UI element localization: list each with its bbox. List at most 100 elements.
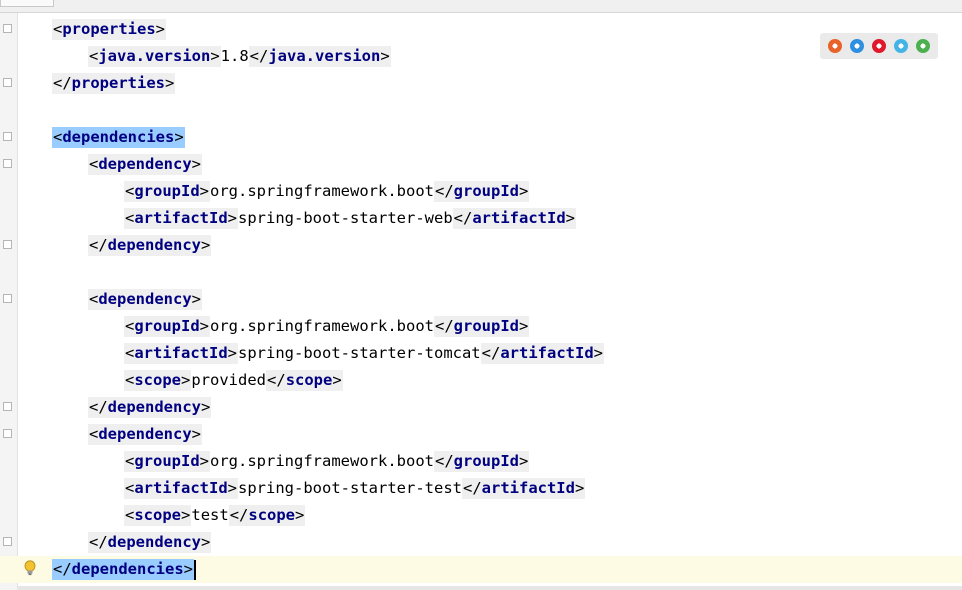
- tag-bracket-open: <: [125, 209, 135, 227]
- tag-bracket-open: <: [125, 371, 135, 389]
- code-line[interactable]: <scope>provided</scope>: [0, 367, 962, 394]
- xml-tag: <groupId>: [124, 181, 211, 202]
- xml-tag: </scope>: [228, 505, 306, 526]
- tag-value: spring-boot-starter-test: [238, 479, 462, 497]
- editor-tab-strip: [0, 0, 962, 13]
- code-editor[interactable]: <properties> <java.version>1.8</java.vers…: [0, 16, 962, 583]
- tag-bracket-close: >: [199, 452, 210, 470]
- code-line[interactable]: <scope>test</scope>: [0, 502, 962, 529]
- safari-icon[interactable]: [850, 39, 864, 53]
- tag-value: 1.8: [220, 47, 249, 65]
- xml-tag: <artifactId>: [124, 478, 239, 499]
- chrome-icon[interactable]: [916, 39, 930, 53]
- tag-value: org.springframework.boot: [210, 317, 434, 335]
- code-line[interactable]: <java.version>1.8</java.version>: [0, 43, 962, 70]
- tag-name: scope: [134, 371, 182, 389]
- code-line[interactable]: <groupId>org.springframework.boot</group…: [0, 178, 962, 205]
- xml-tag: </dependency>: [88, 235, 212, 256]
- tag-name: groupId: [134, 182, 200, 200]
- code-line[interactable]: </dependency>: [0, 529, 962, 556]
- code-line[interactable]: <properties>: [0, 16, 962, 43]
- xml-tag: <artifactId>: [124, 208, 239, 229]
- horizontal-scrollbar[interactable]: [17, 586, 962, 590]
- tag-bracket-close: >: [201, 236, 211, 254]
- code-line[interactable]: [0, 97, 962, 124]
- xml-tag: </dependency>: [88, 532, 212, 553]
- tag-bracket-open: <: [89, 425, 99, 443]
- xml-tag: </dependency>: [88, 397, 212, 418]
- code-line[interactable]: <groupId>org.springframework.boot</group…: [0, 448, 962, 475]
- code-line[interactable]: <dependencies>: [0, 124, 962, 151]
- xml-tag: </groupId>: [433, 451, 530, 472]
- code-line[interactable]: <artifactId>spring-boot-starter-web</art…: [0, 205, 962, 232]
- tag-bracket-open: </: [453, 209, 473, 227]
- tag-bracket-close: >: [518, 182, 529, 200]
- code-line[interactable]: <dependency>: [0, 151, 962, 178]
- opera-icon[interactable]: [872, 39, 886, 53]
- tag-name: scope: [285, 371, 333, 389]
- browser-preview-toolbar: [820, 33, 938, 59]
- tag-name: java.version: [98, 47, 211, 65]
- tag-bracket-close: >: [518, 452, 529, 470]
- tag-bracket-close: >: [174, 128, 184, 146]
- tag-value: test: [191, 506, 229, 524]
- tag-name: dependency: [107, 398, 201, 416]
- tag-bracket-close: >: [518, 317, 529, 335]
- tag-name: scope: [248, 506, 296, 524]
- xml-tag: </dependencies>: [52, 559, 194, 580]
- tag-name: artifactId: [500, 344, 594, 362]
- tag-name: dependencies: [62, 128, 175, 146]
- tag-name: groupId: [134, 452, 200, 470]
- code-line[interactable]: [0, 259, 962, 286]
- xml-tag: <dependency>: [88, 154, 203, 175]
- tag-bracket-close: >: [199, 182, 210, 200]
- xml-tag: </artifactId>: [480, 343, 604, 364]
- tag-bracket-open: <: [89, 290, 99, 308]
- code-line[interactable]: </dependency>: [0, 232, 962, 259]
- tag-bracket-open: </: [229, 506, 249, 524]
- code-line[interactable]: <dependency>: [0, 421, 962, 448]
- tag-bracket-close: >: [199, 317, 210, 335]
- tag-name: dependency: [107, 533, 201, 551]
- intention-bulb-icon[interactable]: [24, 560, 36, 576]
- tag-name: dependency: [98, 155, 192, 173]
- tag-bracket-open: </: [267, 371, 286, 389]
- code-line[interactable]: <dependency>: [0, 286, 962, 313]
- tag-name: dependency: [107, 236, 201, 254]
- tag-bracket-open: </: [53, 74, 72, 92]
- code-line[interactable]: </properties>: [0, 70, 962, 97]
- tag-bracket-open: <: [53, 128, 63, 146]
- xml-tag: </artifactId>: [461, 478, 586, 499]
- tag-bracket-open: <: [125, 317, 135, 335]
- tag-bracket-close: >: [191, 425, 202, 443]
- xml-tag: </properties>: [52, 73, 176, 94]
- editor-tab[interactable]: [0, 0, 54, 7]
- code-line[interactable]: </dependencies>: [0, 556, 962, 583]
- tag-bracket-open: </: [89, 236, 108, 254]
- tag-bracket-close: >: [565, 209, 575, 227]
- code-line[interactable]: </dependency>: [0, 394, 962, 421]
- tag-bracket-open: </: [434, 452, 454, 470]
- tag-name: java.version: [268, 47, 381, 65]
- xml-tag: </groupId>: [433, 181, 530, 202]
- tag-bracket-close: >: [165, 74, 175, 92]
- tag-name: groupId: [453, 317, 519, 335]
- tag-bracket-close: >: [332, 371, 342, 389]
- code-line[interactable]: <artifactId>spring-boot-starter-tomcat</…: [0, 340, 962, 367]
- tag-bracket-close: >: [593, 344, 603, 362]
- code-line[interactable]: <artifactId>spring-boot-starter-test</ar…: [0, 475, 962, 502]
- xml-tag: </java.version>: [248, 46, 391, 67]
- tag-name: properties: [71, 74, 165, 92]
- tag-bracket-open: <: [125, 344, 135, 362]
- tag-bracket-close: >: [574, 479, 585, 497]
- tag-bracket-open: </: [434, 182, 454, 200]
- code-line[interactable]: <groupId>org.springframework.boot</group…: [0, 313, 962, 340]
- tag-name: artifactId: [134, 209, 228, 227]
- tag-name: dependencies: [71, 560, 184, 578]
- tag-bracket-open: <: [89, 47, 99, 65]
- internet-explorer-icon[interactable]: [894, 39, 908, 53]
- firefox-icon[interactable]: [828, 39, 842, 53]
- xml-tag: </scope>: [266, 370, 343, 391]
- tag-name: artifactId: [481, 479, 575, 497]
- tag-bracket-close: >: [295, 506, 305, 524]
